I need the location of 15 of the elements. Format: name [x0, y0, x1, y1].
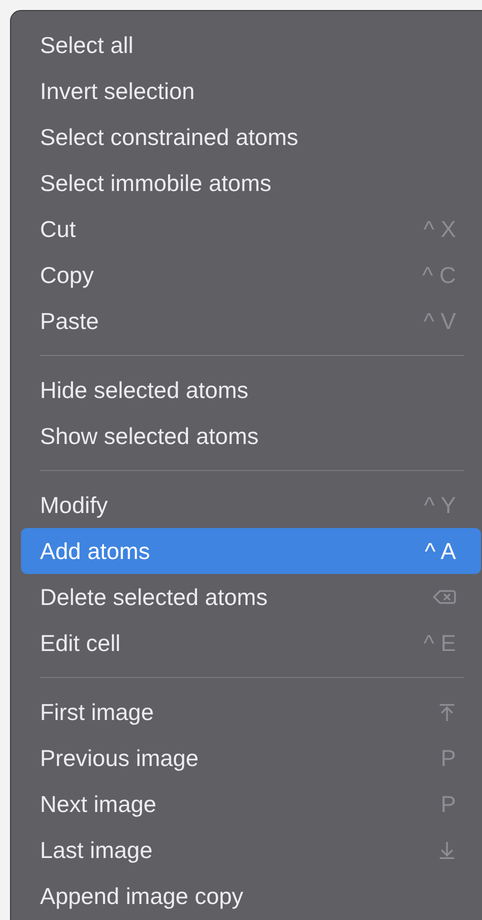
menu-item[interactable]: Show selected atoms: [21, 413, 481, 459]
menu-item[interactable]: Last image: [21, 827, 481, 873]
arrow-to-bottom-icon: [438, 840, 456, 860]
shortcut-label: ^ A: [424, 538, 456, 564]
menu-item[interactable]: Add atoms ^ A: [21, 528, 481, 574]
menu-item[interactable]: Invert selection: [21, 68, 481, 114]
menu-item[interactable]: Select constrained atoms: [21, 114, 481, 160]
menu-item[interactable]: First image: [21, 689, 481, 735]
menu-item[interactable]: Delete selected atoms: [21, 574, 481, 620]
menu-item[interactable]: Append image copy: [21, 873, 481, 919]
menu-item[interactable]: Hide selected atoms: [21, 367, 481, 413]
backspace-icon: [433, 589, 456, 605]
menu-item[interactable]: Select immobile atoms: [21, 160, 481, 206]
arrow-to-top-icon: [438, 702, 456, 722]
menu-item[interactable]: Select all: [21, 22, 481, 68]
